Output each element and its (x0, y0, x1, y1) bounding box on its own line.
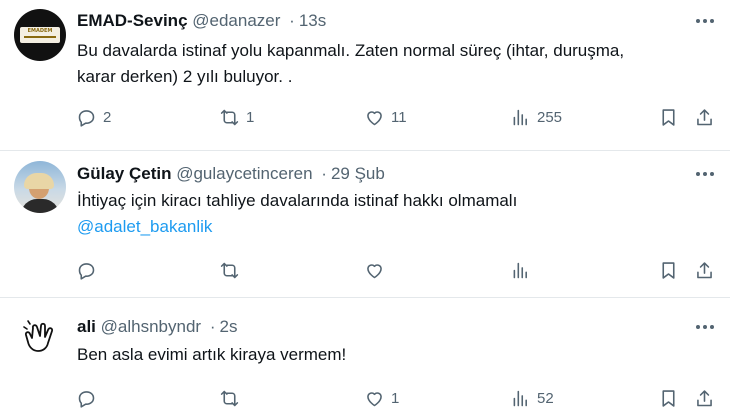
tweet-1[interactable]: EMADEM EMAD-Sevinç @edanazer · 13s Bu dav… (0, 0, 730, 150)
reply-icon (78, 390, 95, 408)
retweet-icon (220, 262, 239, 278)
reply-button[interactable] (76, 386, 103, 410)
heart-icon (367, 110, 382, 125)
separator: · (321, 164, 327, 183)
share-button[interactable] (694, 105, 715, 129)
views-icon (513, 262, 527, 278)
tweet-text-line: karar derken) 2 yılı buluyor. . (77, 67, 293, 86)
action-bar (76, 258, 721, 282)
like-count: 11 (391, 108, 407, 126)
display-name[interactable]: EMAD-Sevinç (77, 11, 188, 30)
separator: · (289, 11, 295, 30)
avatar[interactable] (14, 312, 66, 364)
user-handle[interactable]: @alhsnbyndr (101, 317, 201, 336)
bookmark-button[interactable] (658, 105, 679, 129)
avatar-hand-icon (23, 320, 54, 352)
reply-icon (78, 109, 95, 127)
retweet-button[interactable] (219, 258, 246, 282)
heart-icon (367, 263, 382, 278)
views-button[interactable]: 255 (510, 105, 562, 129)
avatar-hair-icon (24, 173, 54, 189)
views-icon (513, 390, 527, 406)
user-handle[interactable]: @edanazer (192, 11, 280, 30)
tweet-3[interactable]: ali @alhsnbyndr · 2s Ben asla evimi artık… (0, 298, 730, 420)
bookmark-icon (662, 389, 675, 407)
tweet-text: Ben asla evimi artık kiraya vermem! (77, 342, 346, 368)
tweet-text: Bu davalarda istinaf yolu kapanmalı. Zat… (77, 38, 624, 90)
tweet-text: İhtiyaç için kiracı tahliye davalarında … (77, 188, 517, 240)
share-button[interactable] (694, 386, 715, 410)
like-count: 1 (391, 389, 400, 407)
views-button[interactable] (510, 258, 537, 282)
mention-link[interactable]: @adalet_bakanlik (77, 214, 517, 240)
retweet-button[interactable] (219, 386, 246, 410)
user-handle[interactable]: @gulaycetinceren (176, 164, 312, 183)
tweet-header: EMAD-Sevinç @edanazer · 13s (77, 11, 326, 31)
retweet-button[interactable]: 1 (219, 105, 254, 129)
avatar[interactable] (14, 161, 66, 213)
reply-icon (78, 262, 95, 280)
display-name[interactable]: Gülay Çetin (77, 164, 171, 183)
avatar-logo-text: EMADEM (27, 28, 53, 34)
views-button[interactable]: 52 (510, 386, 554, 410)
heart-icon (367, 391, 382, 406)
bookmark-icon (662, 108, 675, 126)
share-icon (697, 389, 712, 406)
bookmark-button[interactable] (658, 386, 679, 410)
more-options-icon[interactable] (692, 12, 718, 30)
retweet-icon (220, 390, 239, 406)
more-options-icon[interactable] (692, 318, 718, 336)
views-count: 255 (537, 108, 563, 126)
tweet-text-line: Ben asla evimi artık kiraya vermem! (77, 345, 347, 364)
avatar-logo-icon: EMADEM (20, 27, 60, 43)
tweet-header: ali @alhsnbyndr · 2s (77, 317, 237, 337)
separator: · (209, 317, 216, 336)
like-button[interactable]: 1 (364, 386, 399, 410)
reply-button[interactable] (76, 258, 103, 282)
timestamp[interactable]: 13s (299, 11, 326, 30)
avatar[interactable]: EMADEM (14, 9, 66, 61)
tweet-header: Gülay Çetin @gulaycetinceren · 29 Şub (77, 164, 385, 184)
avatar-body-icon (21, 199, 59, 213)
share-button[interactable] (694, 258, 715, 282)
tweet-text-line: İhtiyaç için kiracı tahliye davalarında … (77, 191, 518, 210)
views-count: 52 (537, 389, 554, 407)
share-icon (697, 261, 712, 278)
more-options-icon[interactable] (692, 165, 718, 183)
bookmark-button[interactable] (658, 258, 679, 282)
reply-count: 2 (103, 108, 112, 126)
timestamp[interactable]: 2s (219, 317, 237, 336)
action-bar: 1 52 (76, 386, 721, 410)
reply-button[interactable]: 2 (76, 105, 111, 129)
timestamp[interactable]: 29 Şub (331, 164, 385, 183)
display-name[interactable]: ali (77, 317, 96, 336)
views-icon (513, 109, 527, 125)
retweet-count: 1 (246, 108, 255, 126)
like-button[interactable]: 11 (364, 105, 407, 129)
share-icon (697, 108, 712, 125)
tweet-text-line: Bu davalarda istinaf yolu kapanmalı. Zat… (77, 41, 625, 60)
retweet-icon (220, 109, 239, 125)
like-button[interactable] (364, 258, 391, 282)
action-bar: 2 1 11 255 (76, 105, 721, 129)
tweet-2[interactable]: Gülay Çetin @gulaycetinceren · 29 Şub İht… (0, 151, 730, 297)
bookmark-icon (662, 261, 675, 279)
